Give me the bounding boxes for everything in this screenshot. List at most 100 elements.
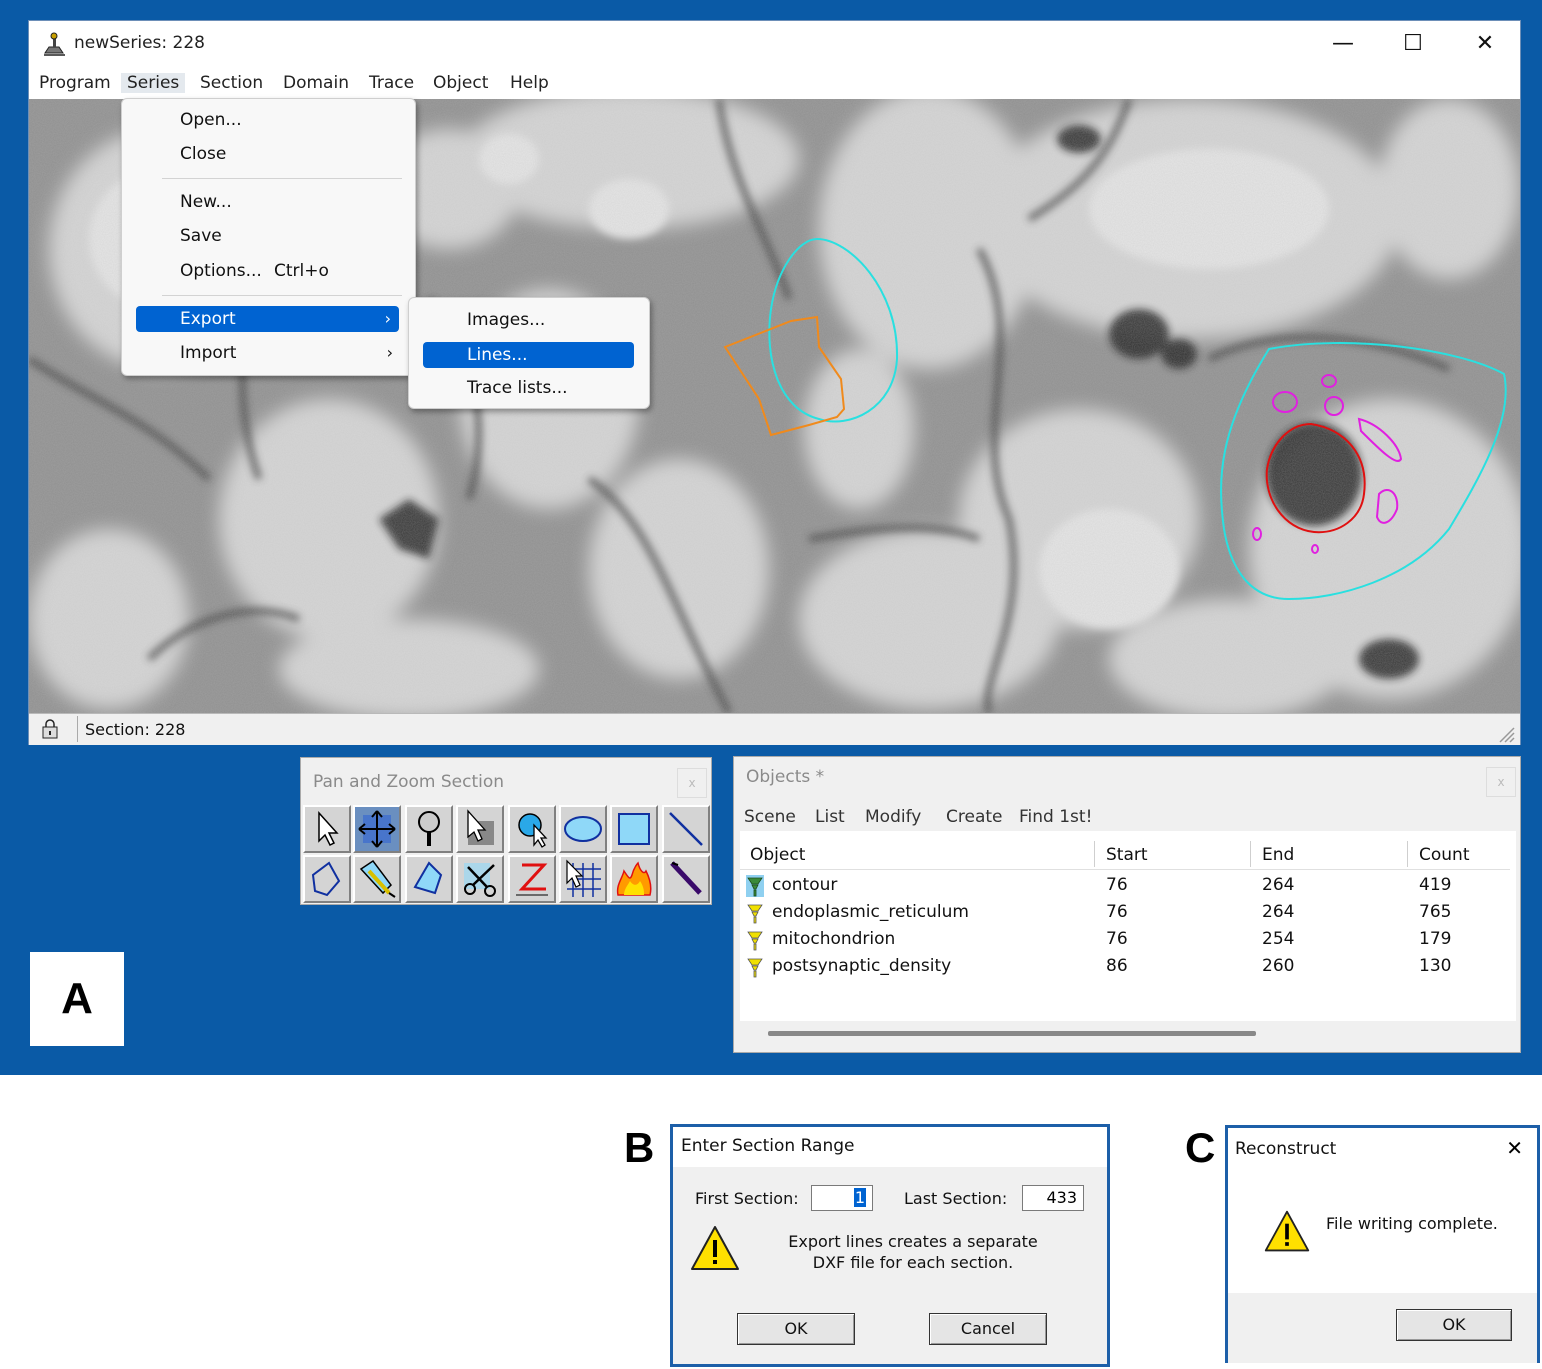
column-header-count[interactable]: Count [1419,845,1470,865]
tool-palette: Pan and Zoom Section x [300,757,712,905]
objects-menu-create[interactable]: Create [946,807,1003,827]
pan-zoom-tool[interactable] [353,805,401,853]
grid-tool[interactable] [559,855,607,903]
menu-new[interactable]: New... [122,189,415,215]
dialog-message: Export lines creates a separate DXF file… [788,1232,1038,1272]
column-separator [1250,841,1251,867]
rectangle-tool[interactable] [610,805,658,853]
column-header-end[interactable]: End [1262,845,1294,865]
first-section-field[interactable]: 1 [811,1185,873,1211]
z-trace-tool[interactable] [508,855,556,903]
objects-title: Objects * [746,767,825,787]
menu-import[interactable]: Import › [122,340,415,366]
column-header-object[interactable]: Object [750,845,805,865]
column-separator [1407,841,1408,867]
objects-menu-modify[interactable]: Modify [865,807,921,827]
table-row[interactable]: postsynaptic_density 86 260 130 [740,954,1510,980]
menu-export-lines[interactable]: Lines... [423,342,634,368]
pointer-tool[interactable] [303,805,351,853]
menu-save[interactable]: Save [122,223,415,249]
menu-close[interactable]: Close [122,141,415,167]
dialog-footer: OK [1228,1293,1537,1363]
circle-select-tool[interactable] [508,805,556,853]
options-shortcut: Ctrl+o [274,261,329,281]
submenu-arrow-icon: › [386,343,393,362]
magnify-tool[interactable] [405,805,453,853]
column-separator [1094,841,1095,867]
ellipse-icon [564,816,602,842]
column-header-start[interactable]: Start [1106,845,1148,865]
object-icon [747,958,763,978]
minimize-button[interactable]: — [1315,27,1371,61]
objects-menu-scene[interactable]: Scene [744,807,796,827]
table-row[interactable]: mitochondrion 76 254 179 [740,927,1510,953]
table-row[interactable]: endoplasmic_reticulum 76 264 765 [740,900,1510,926]
dialog-close-button[interactable]: ✕ [1506,1136,1523,1160]
resize-grip-icon[interactable] [1496,724,1516,744]
horizontal-scrollbar[interactable] [768,1031,1256,1036]
menu-export-images[interactable]: Images... [409,307,649,333]
pencil-trace-tool[interactable] [353,855,401,903]
wildfire-region-tool[interactable] [405,855,453,903]
last-section-field[interactable]: 433 [1022,1185,1084,1211]
pan-zoom-icon [358,810,396,848]
wildfire-region-icon [413,861,443,895]
submenu-arrow-icon: › [384,309,391,328]
object-icon [747,904,763,924]
close-button[interactable]: ✕ [1457,27,1513,61]
status-bar: Section: 228 [29,713,1520,745]
domain-select-icon [467,809,494,845]
menu-trace[interactable]: Trace [363,73,420,93]
fire-icon [616,861,652,896]
object-icon [747,931,763,951]
domain-select-tool[interactable] [456,805,504,853]
z-trace-icon [516,863,548,896]
polygon-icon [311,861,341,897]
objects-table: Object Start End Count contour 76 264 41… [740,831,1516,1021]
palette-title: Pan and Zoom Section [313,772,505,792]
objects-menu-list[interactable]: List [815,807,845,827]
panel-label-c: C [1185,1124,1216,1171]
scissors-tool[interactable] [456,855,504,903]
menu-program[interactable]: Program [33,73,117,93]
menu-object[interactable]: Object [427,73,494,93]
palette-close-button[interactable]: x [677,768,707,798]
warning-icon [691,1226,739,1270]
line-tool[interactable] [662,805,710,853]
table-row[interactable]: contour 76 264 419 [740,873,1510,899]
ok-button[interactable]: OK [737,1313,855,1345]
magnify-icon [418,811,440,846]
pointer-icon [318,811,339,847]
objects-window: Objects * x Scene List Modify Create Fin… [733,756,1521,1053]
section-range-dialog: Enter Section Range First Section: 1 Las… [670,1124,1110,1367]
maximize-button[interactable]: ☐ [1385,27,1441,61]
menu-section[interactable]: Section [194,73,269,93]
window-title: newSeries: 228 [74,33,205,53]
series-menu: Open... Close New... Save Options... Ctr… [121,98,416,376]
lock-icon[interactable] [39,718,61,740]
menu-options[interactable]: Options... Ctrl+o [122,258,415,284]
dialog-title-bar[interactable]: Enter Section Range [673,1127,1107,1167]
knife-tool[interactable] [662,855,710,903]
title-bar[interactable]: newSeries: 228 — ☐ ✕ [29,21,1520,69]
menu-help[interactable]: Help [504,73,555,93]
scissors-icon [464,863,496,897]
objects-menu-find-first[interactable]: Find 1st! [1019,807,1092,827]
ok-button[interactable]: OK [1396,1309,1512,1341]
menu-export[interactable]: Export › [136,306,399,332]
polygon-tool[interactable] [303,855,351,903]
menu-open[interactable]: Open... [122,107,415,133]
ellipse-tool[interactable] [559,805,607,853]
status-section: Section: 228 [85,720,186,739]
grid-icon [566,859,601,897]
menu-domain[interactable]: Domain [277,73,355,93]
fire-tool[interactable] [610,855,658,903]
menu-export-trace-lists[interactable]: Trace lists... [409,375,649,401]
menu-series[interactable]: Series [121,73,186,93]
warning-icon [1264,1210,1310,1252]
panel-label-a: A [30,952,124,1046]
cancel-button[interactable]: Cancel [929,1313,1047,1345]
rectangle-icon [618,813,650,845]
objects-close-button[interactable]: x [1486,767,1516,797]
reconstruct-app-icon [44,32,65,56]
